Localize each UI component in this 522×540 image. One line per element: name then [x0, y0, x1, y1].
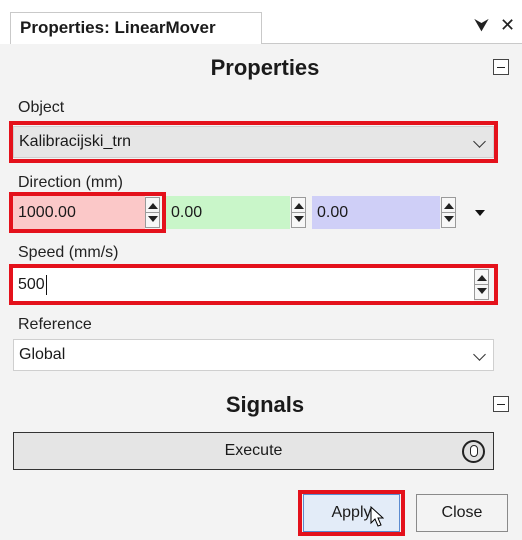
step-down-icon — [294, 216, 304, 222]
speed-stepper[interactable] — [474, 269, 489, 300]
window-position-icon[interactable]: ⮟ — [474, 14, 489, 36]
apply-button[interactable]: Apply — [303, 494, 400, 532]
chevron-down-icon — [473, 135, 486, 148]
step-up-icon — [148, 203, 158, 209]
tab-properties-linearmover[interactable]: Properties: LinearMover — [10, 12, 262, 44]
object-value: Kalibracijski_trn — [19, 133, 132, 150]
direction-label: Direction (mm) — [18, 174, 123, 191]
direction-y-input[interactable]: 0.00 — [166, 196, 290, 229]
direction-y-stepper[interactable] — [291, 197, 306, 228]
tab-strip: Properties: LinearMover ⮟ ✕ — [0, 0, 522, 44]
direction-z-input[interactable]: 0.00 — [312, 196, 440, 229]
step-up-icon — [444, 203, 454, 209]
reference-value: Global — [19, 346, 66, 363]
signals-section-header: Signals — [0, 387, 522, 423]
direction-x-input[interactable]: 1000.00 — [13, 196, 145, 229]
object-label: Object — [18, 99, 65, 116]
text-caret — [45, 274, 47, 295]
collapse-properties-button[interactable] — [493, 59, 509, 75]
object-dropdown[interactable]: Kalibracijski_trn — [13, 126, 494, 158]
step-down-icon — [477, 288, 487, 294]
speed-input[interactable]: 500 — [13, 268, 474, 301]
speed-label: Speed (mm/s) — [18, 244, 119, 261]
step-down-icon — [148, 216, 158, 222]
signal-indicator-icon — [462, 440, 485, 463]
properties-section-header: Properties — [0, 50, 522, 86]
step-down-icon — [444, 216, 454, 222]
execute-button[interactable]: Execute — [13, 432, 494, 470]
properties-title: Properties — [210, 55, 320, 80]
reference-dropdown[interactable]: Global — [13, 339, 494, 371]
close-icon[interactable]: ✕ — [500, 14, 515, 36]
collapse-signals-button[interactable] — [493, 396, 509, 412]
step-up-icon — [477, 275, 487, 281]
properties-panel: Properties Object Kalibracijski_trn Dire… — [0, 44, 522, 540]
direction-options-dropdown-icon[interactable] — [475, 210, 485, 216]
direction-x-stepper[interactable] — [145, 197, 160, 228]
speed-value: 500 — [18, 276, 45, 293]
close-button[interactable]: Close — [416, 494, 508, 532]
signals-title: Signals — [225, 392, 305, 417]
mouse-pointer-icon — [370, 506, 384, 527]
execute-label: Execute — [224, 442, 283, 459]
step-up-icon — [294, 203, 304, 209]
chevron-down-icon — [473, 348, 486, 361]
reference-label: Reference — [18, 316, 92, 333]
direction-z-stepper[interactable] — [441, 197, 456, 228]
